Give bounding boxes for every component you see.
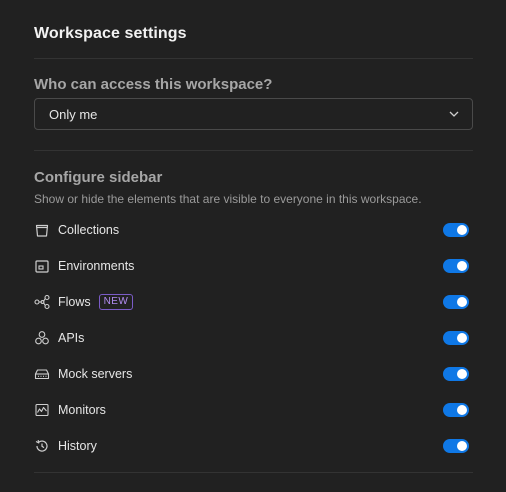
access-select-value: Only me	[49, 106, 98, 122]
sidebar-heading: Configure sidebar	[34, 169, 163, 186]
sidebar-item-label: Mock servers	[58, 367, 133, 381]
sidebar-item-label: APIs	[58, 331, 85, 345]
sidebar-item-mock-servers: Mock servers	[34, 362, 473, 386]
access-heading: Who can access this workspace?	[34, 76, 273, 93]
toggle-knob	[457, 225, 467, 235]
access-select[interactable]: Only me	[34, 98, 473, 130]
page-title: Workspace settings	[34, 25, 187, 42]
sidebar-item-collections: Collections	[34, 218, 473, 242]
sidebar-item-monitors: Monitors	[34, 398, 473, 422]
toggle-knob	[457, 297, 467, 307]
sidebar-item-environments: Environments	[34, 254, 473, 278]
toggle-knob	[457, 333, 467, 343]
apis-toggle[interactable]	[443, 331, 469, 345]
toggle-knob	[457, 405, 467, 415]
history-icon	[34, 438, 50, 454]
apis-icon	[34, 330, 50, 346]
monitors-toggle[interactable]	[443, 403, 469, 417]
chevron-down-icon	[448, 108, 460, 120]
sidebar-item-label: Environments	[58, 259, 135, 273]
workspace-settings-panel: Workspace settings Who can access this w…	[0, 0, 506, 492]
sidebar-item-label: History	[58, 439, 97, 453]
flows-icon	[34, 294, 50, 310]
divider	[34, 58, 473, 59]
collections-toggle[interactable]	[443, 223, 469, 237]
sidebar-item-apis: APIs	[34, 326, 473, 350]
sidebar-item-flows: Flows NEW	[34, 290, 473, 314]
toggle-knob	[457, 441, 467, 451]
mock-servers-icon	[34, 366, 50, 382]
divider	[34, 150, 473, 151]
sidebar-item-history: History	[34, 434, 473, 458]
divider	[34, 472, 473, 473]
toggle-knob	[457, 369, 467, 379]
history-toggle[interactable]	[443, 439, 469, 453]
environments-toggle[interactable]	[443, 259, 469, 273]
collections-icon	[34, 222, 50, 238]
monitors-icon	[34, 402, 50, 418]
sidebar-item-label: Monitors	[58, 403, 106, 417]
toggle-knob	[457, 261, 467, 271]
environments-icon	[34, 258, 50, 274]
sidebar-description: Show or hide the elements that are visib…	[34, 192, 422, 206]
sidebar-item-label: Collections	[58, 223, 120, 237]
flows-toggle[interactable]	[443, 295, 469, 309]
sidebar-item-label: Flows	[58, 295, 91, 309]
mock-servers-toggle[interactable]	[443, 367, 469, 381]
new-badge: NEW	[98, 294, 134, 310]
